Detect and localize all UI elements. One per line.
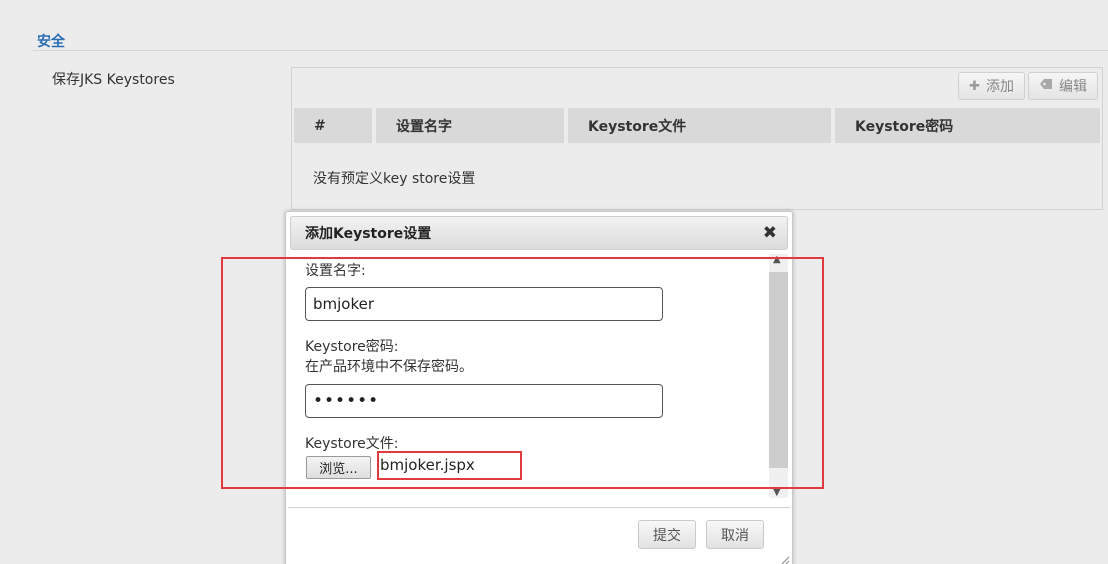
form-highlight-box (221, 257, 824, 489)
column-header-name[interactable]: 设置名字 (376, 108, 564, 143)
filename-highlight-box (377, 451, 522, 480)
tag-icon (1039, 78, 1053, 94)
add-button-label: 添加 (986, 79, 1014, 95)
keystores-toolbar: ✚ 添加 编辑 (958, 72, 1098, 100)
section-divider (33, 50, 1108, 51)
cancel-button[interactable]: 取消 (706, 520, 764, 549)
submit-button[interactable]: 提交 (638, 520, 696, 549)
column-header-password[interactable]: Keystore密码 (835, 108, 1100, 143)
resize-grip-icon[interactable] (776, 554, 790, 564)
close-icon[interactable]: ✖ (763, 223, 777, 243)
plus-icon: ✚ (969, 78, 980, 94)
dialog-titlebar[interactable]: 添加Keystore设置 ✖ (290, 216, 788, 250)
column-header-index[interactable]: # (294, 108, 372, 143)
dialog-title: 添加Keystore设置 (305, 226, 432, 242)
keystores-panel: ✚ 添加 编辑 # 设置名字 Keystore文件 Keystore密码 没有预… (291, 67, 1103, 210)
keystores-label: 保存JKS Keystores (52, 72, 175, 88)
keystores-table-header: # 设置名字 Keystore文件 Keystore密码 (294, 108, 1100, 143)
edit-button[interactable]: 编辑 (1028, 72, 1098, 100)
add-button[interactable]: ✚ 添加 (958, 72, 1025, 100)
column-header-file[interactable]: Keystore文件 (568, 108, 831, 143)
edit-button-label: 编辑 (1059, 79, 1087, 95)
empty-table-message: 没有预定义key store设置 (313, 171, 476, 187)
section-title: 安全 (37, 34, 65, 50)
dialog-footer-divider (288, 507, 790, 508)
